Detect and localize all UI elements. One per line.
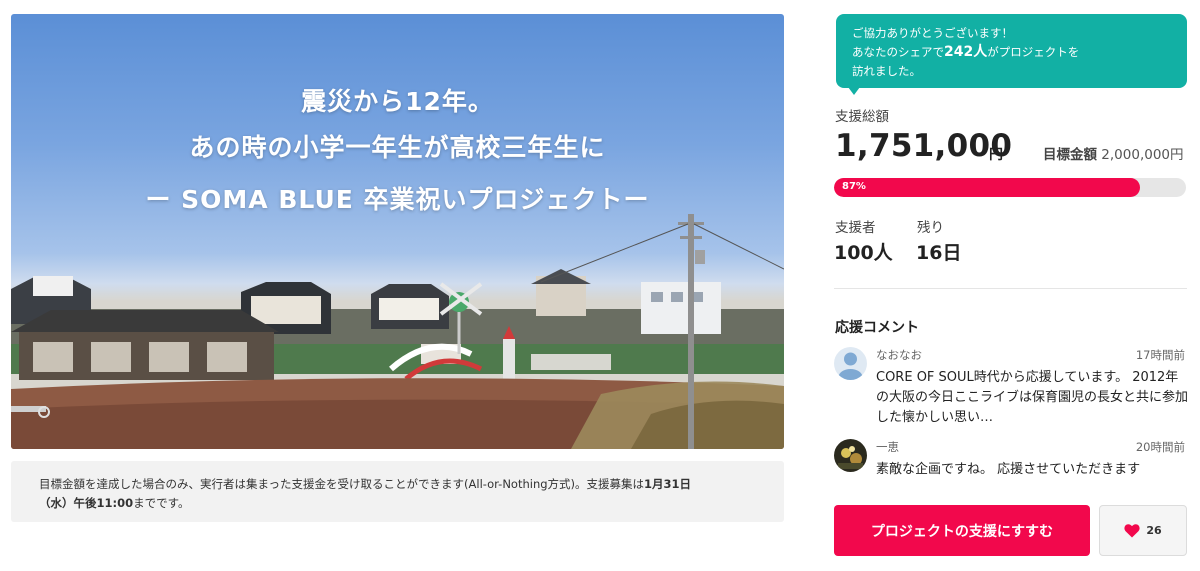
comment-author[interactable]: なおなお xyxy=(876,347,922,363)
hero-headline-line1: 震災から12年。 xyxy=(301,87,494,116)
share-line3: 訪れました。 xyxy=(852,64,921,78)
funding-progress-label: 87% xyxy=(842,181,866,192)
like-count: 26 xyxy=(1146,524,1162,537)
support-project-button[interactable]: プロジェクトの支援にすすむ xyxy=(834,505,1090,556)
hero-scene-illustration xyxy=(11,214,784,449)
share-line2-suffix: がプロジェクトを xyxy=(987,45,1080,59)
notice-text: 目標金額を達成した場合のみ、実行者は集まった支援金を受け取ることができます(Al… xyxy=(39,477,645,491)
hero-image: 震災から12年。 あの時の小学一年生が高校三年生に ー SOMA BLUE 卒業… xyxy=(11,14,784,449)
comment-item: 一恵 20時間前 素敵な企画ですね。 応援させていただきます xyxy=(834,439,1187,483)
share-line2-prefix: あなたのシェアで xyxy=(852,45,944,59)
all-or-nothing-notice: 目標金額を達成した場合のみ、実行者は集まった支援金を受け取ることができます(Al… xyxy=(11,461,784,522)
share-visitor-count: 242人 xyxy=(944,44,988,60)
funding-progress-bar: 87% xyxy=(834,178,1186,197)
comment-time: 20時間前 xyxy=(1135,440,1185,454)
notice-text-end: までです。 xyxy=(133,496,190,510)
total-label: 支援総額 xyxy=(835,109,889,125)
notice-deadline-date: 1月31日 xyxy=(644,477,692,491)
supporters-value: 100人 xyxy=(834,242,893,264)
section-divider xyxy=(834,288,1187,289)
goal-amount: 2,000,000円 xyxy=(1101,147,1184,163)
comment-item: なおなお 17時間前 CORE OF SOUL時代から応援しています。 2012… xyxy=(834,347,1189,427)
notice-deadline-time: （水）午後11:00 xyxy=(39,496,134,510)
user-avatar[interactable] xyxy=(834,439,867,472)
like-button[interactable]: 26 xyxy=(1099,505,1187,556)
share-line1: ご協力ありがとうございます！ xyxy=(852,26,1013,40)
comment-text: 素敵な企画ですね。 応援させていただきます xyxy=(876,462,1141,477)
goal-amount-row: 目標金額 2,000,000円 xyxy=(1043,143,1184,163)
comment-time: 17時間前 xyxy=(1135,348,1185,362)
comment-text: CORE OF SOUL時代から応援しています。 2012年の大阪の今日ここライ… xyxy=(876,370,1189,425)
user-avatar-icon[interactable] xyxy=(834,347,867,380)
remaining-value: 16日 xyxy=(916,242,962,264)
funding-progress-fill: 87% xyxy=(834,178,1141,197)
hero-headline-line2: あの時の小学一年生が高校三年生に xyxy=(189,133,606,162)
remaining-label: 残り xyxy=(917,220,944,236)
supporters-label: 支援者 xyxy=(835,220,876,236)
total-currency: 円 xyxy=(989,147,1003,163)
goal-label: 目標金額 xyxy=(1043,147,1097,163)
share-line2: あなたのシェアで242人がプロジェクトを xyxy=(852,43,1171,62)
comment-author[interactable]: 一恵 xyxy=(876,439,899,455)
share-banner-tail xyxy=(848,87,860,95)
heart-icon xyxy=(1124,524,1140,538)
share-thanks-banner: ご協力ありがとうございます！ あなたのシェアで242人がプロジェクトを 訪れまし… xyxy=(836,14,1187,88)
total-amount: 1,751,000 xyxy=(835,128,1013,164)
hero-headline-line3: ー SOMA BLUE 卒業祝いプロジェクトー xyxy=(145,185,650,214)
comments-title: 応援コメント xyxy=(835,320,919,336)
